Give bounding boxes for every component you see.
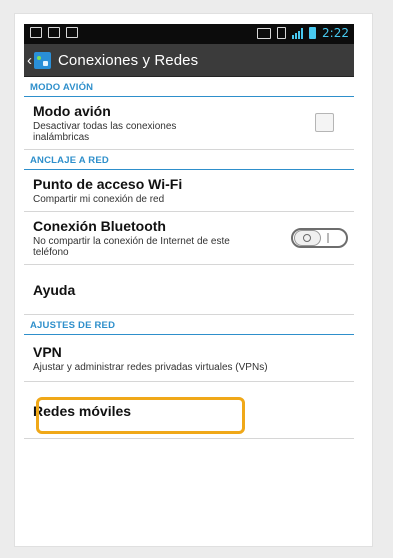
toggle-on-indicator [327, 233, 329, 243]
wifi-hotspot-subtitle: Compartir mi conexión de red [33, 194, 165, 205]
airplane-mode-title: Modo avión [33, 103, 111, 119]
nfc-icon [257, 27, 272, 39]
airplane-mode-subtitle: Desactivar todas las conexiones inalámbr… [33, 121, 177, 143]
help-title: Ayuda [33, 282, 76, 298]
section-header-network: AJUSTES DE RED [24, 315, 354, 335]
phone-screen: 2:22 ‹ Conexiones y Redes MODO AVIÓN Mod… [24, 24, 354, 544]
airplane-mode-checkbox[interactable] [315, 113, 334, 132]
wifi-hotspot-item[interactable]: Punto de acceso Wi-Fi Compartir mi conex… [24, 170, 354, 212]
back-chevron-icon[interactable]: ‹ [27, 52, 32, 69]
store-notification-icon [66, 27, 78, 38]
highlight-outline [36, 397, 245, 434]
vpn-item[interactable]: VPN Ajustar y administrar redes privadas… [24, 335, 354, 382]
airplane-mode-item[interactable]: Modo avión Desactivar todas las conexion… [24, 97, 354, 150]
page-title: Conexiones y Redes [58, 51, 199, 69]
vpn-subtitle: Ajustar y administrar redes privadas vir… [33, 362, 268, 373]
section-header-airplane: MODO AVIÓN [24, 77, 354, 97]
mobile-networks-item[interactable]: Redes móviles [24, 382, 354, 439]
bluetooth-tether-toggle[interactable] [291, 228, 348, 248]
wifi-hotspot-title: Punto de acceso Wi-Fi [33, 176, 183, 192]
connections-app-icon[interactable] [34, 51, 51, 69]
status-bar: 2:22 [24, 24, 354, 44]
help-item[interactable]: Ayuda [24, 265, 354, 315]
message-notification-icon [48, 27, 60, 38]
section-header-tether: ANCLAJE A RED [24, 150, 354, 170]
gallery-notification-icon [30, 27, 42, 38]
action-bar: ‹ Conexiones y Redes [24, 44, 354, 77]
signal-strength-icon [292, 27, 304, 39]
battery-icon [309, 27, 317, 39]
status-time: 2:22 [322, 26, 349, 40]
vpn-title: VPN [33, 344, 62, 360]
bluetooth-tether-item[interactable]: Conexión Bluetooth No compartir la conex… [24, 212, 354, 265]
bluetooth-tether-subtitle: No compartir la conexión de Internet de … [33, 236, 230, 258]
data-transfer-icon [277, 27, 287, 39]
toggle-knob [294, 230, 321, 246]
